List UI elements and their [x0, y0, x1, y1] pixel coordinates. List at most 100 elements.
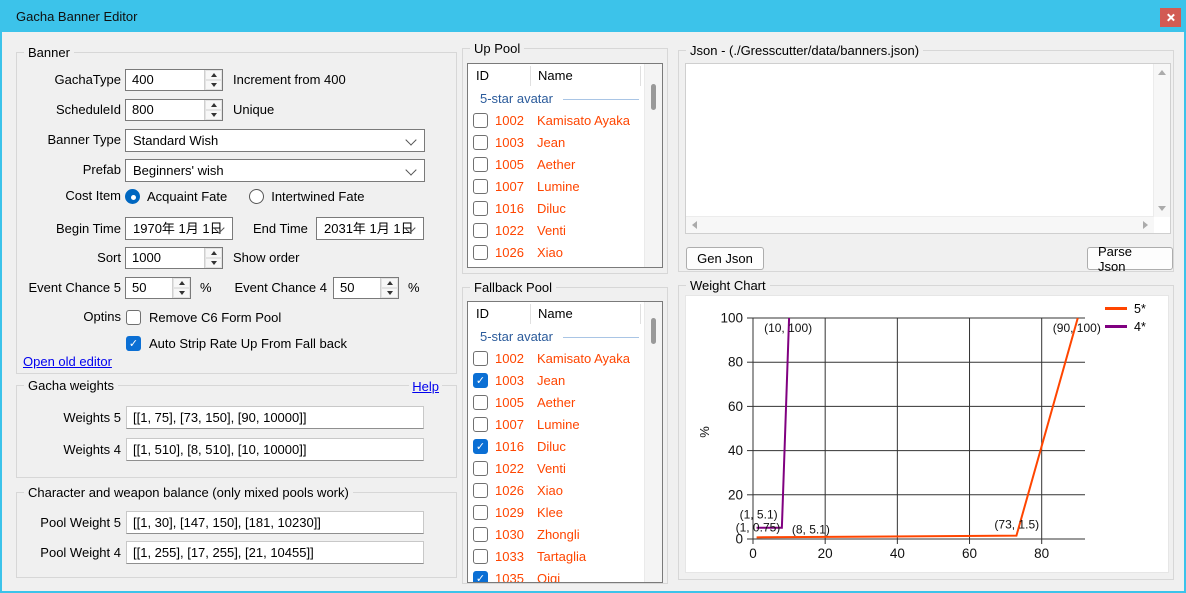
balance-group: Character and weapon balance (only mixed…	[16, 492, 457, 578]
pool-row[interactable]: 1029Klee	[468, 502, 645, 524]
spinner-up-button[interactable]	[173, 278, 190, 288]
pool-weight-4-input[interactable]: [[1, 255], [17, 255], [21, 10455]]	[126, 541, 424, 564]
prefab-select[interactable]: Beginners' wish	[125, 159, 425, 182]
row-checkbox[interactable]	[473, 395, 488, 410]
gen-json-button[interactable]: Gen Json	[686, 247, 764, 270]
up-pool-scrollbar[interactable]	[644, 64, 662, 267]
pool-row[interactable]: 1005Aether	[468, 154, 645, 176]
scrollbar-thumb[interactable]	[651, 318, 656, 344]
radio-icon[interactable]	[125, 189, 140, 204]
weights-5-input[interactable]: [[1, 75], [73, 150], [90, 10000]]	[126, 406, 424, 429]
json-horizontal-scrollbar[interactable]	[686, 216, 1154, 233]
spinner-up-button[interactable]	[205, 248, 222, 258]
pool-row[interactable]: 1002Kamisato Ayaka	[468, 110, 645, 132]
json-vertical-scrollbar[interactable]	[1153, 64, 1170, 217]
row-checkbox[interactable]	[473, 113, 488, 128]
pool-weight-5-input[interactable]: [[1, 30], [147, 150], [181, 10230]]	[126, 511, 424, 534]
row-checkbox[interactable]	[473, 201, 488, 216]
scheduleid-label: ScheduleId	[19, 99, 121, 121]
scroll-right-icon[interactable]	[1143, 221, 1148, 229]
pool-row[interactable]: ✓1003Jean	[468, 370, 645, 392]
checkbox-icon[interactable]	[126, 310, 141, 325]
scheduleid-spinner[interactable]: 800	[125, 99, 223, 121]
event-chance-4-spinner[interactable]: 50	[333, 277, 399, 299]
row-checkbox[interactable]	[473, 417, 488, 432]
pool-row[interactable]: 1026Xiao	[468, 480, 645, 502]
banner-type-select[interactable]: Standard Wish	[125, 129, 425, 152]
spinner-up-button[interactable]	[205, 70, 222, 80]
cost-item-radio-option[interactable]: Intertwined Fate	[249, 189, 364, 204]
open-old-editor-link[interactable]: Open old editor	[23, 354, 112, 369]
row-checkbox[interactable]	[473, 549, 488, 564]
json-textarea[interactable]	[685, 63, 1171, 234]
cost-item-radio-selected[interactable]: Acquaint Fate	[125, 189, 227, 204]
pool-row[interactable]: 1026Xiao	[468, 242, 645, 264]
spinner-up-button[interactable]	[381, 278, 398, 288]
pool-row[interactable]: ✓1016Diluc	[468, 436, 645, 458]
row-checkbox[interactable]	[473, 223, 488, 238]
scroll-left-icon[interactable]	[692, 221, 697, 229]
section-divider	[563, 337, 639, 338]
sort-spinner[interactable]: 1000	[125, 247, 223, 269]
row-checkbox[interactable]	[473, 179, 488, 194]
event-chance-4-value[interactable]: 50	[340, 278, 354, 298]
sort-spinner-buttons[interactable]	[204, 248, 222, 268]
event-chance-5-spinner[interactable]: 50	[125, 277, 191, 299]
begin-time-picker[interactable]: 1970年 1月 1日	[125, 217, 233, 240]
spinner-down-button[interactable]	[381, 288, 398, 298]
pool-row[interactable]: 1030Zhongli	[468, 524, 645, 546]
scrollbar-thumb[interactable]	[651, 84, 656, 110]
optin-row[interactable]: Remove C6 Form Pool	[126, 304, 347, 330]
event-chance-5-spinner-buttons[interactable]	[172, 278, 190, 298]
pool-row[interactable]: 1022Venti	[468, 220, 645, 242]
row-checkbox[interactable]	[473, 351, 488, 366]
row-checkbox[interactable]: ✓	[473, 439, 488, 454]
row-checkbox[interactable]	[473, 527, 488, 542]
scroll-down-icon[interactable]	[1158, 206, 1166, 211]
scroll-up-icon[interactable]	[1158, 70, 1166, 75]
optin-row[interactable]: ✓Auto Strip Rate Up From Fall back	[126, 330, 347, 356]
pool-row[interactable]: 1022Venti	[468, 458, 645, 480]
gachatype-spinner[interactable]: 400	[125, 69, 223, 91]
pool-row[interactable]: 1005Aether	[468, 392, 645, 414]
pool-row[interactable]: 1003Jean	[468, 132, 645, 154]
row-checkbox[interactable]	[473, 505, 488, 520]
weights-4-input[interactable]: [[1, 510], [8, 510], [10, 10000]]	[126, 438, 424, 461]
row-checkbox[interactable]	[473, 245, 488, 260]
row-checkbox[interactable]	[473, 157, 488, 172]
pool-row[interactable]: ✓1035Qiqi	[468, 568, 645, 582]
spinner-up-button[interactable]	[205, 100, 222, 110]
row-checkbox[interactable]: ✓	[473, 571, 488, 582]
radio-icon[interactable]	[249, 189, 264, 204]
fallback-pool-scrollbar[interactable]	[644, 302, 662, 582]
pool-row[interactable]: 1016Diluc	[468, 198, 645, 220]
row-checkbox[interactable]	[473, 135, 488, 150]
row-checkbox[interactable]	[473, 483, 488, 498]
parse-json-button[interactable]: Parse Json	[1087, 247, 1173, 270]
checkbox-icon[interactable]: ✓	[126, 336, 141, 351]
close-button[interactable]	[1160, 8, 1181, 27]
fallback-pool-header: ID Name	[468, 302, 645, 326]
pool-row[interactable]: 1002Kamisato Ayaka	[468, 348, 645, 370]
chart-annotation: (10, 100)	[764, 321, 812, 335]
pool-row[interactable]: 1007Lumine	[468, 176, 645, 198]
pool-row[interactable]: 1007Lumine	[468, 414, 645, 436]
end-time-picker[interactable]: 2031年 1月 1日	[316, 217, 424, 240]
sort-value[interactable]: 1000	[132, 248, 161, 268]
event-chance-5-value[interactable]: 50	[132, 278, 146, 298]
gachatype-value[interactable]: 400	[132, 70, 154, 90]
spinner-down-button[interactable]	[205, 80, 222, 90]
spinner-down-button[interactable]	[205, 258, 222, 268]
spinner-down-button[interactable]	[205, 110, 222, 120]
pool-row[interactable]: 1033Tartaglia	[468, 546, 645, 568]
scheduleid-spinner-buttons[interactable]	[204, 100, 222, 120]
row-checkbox[interactable]: ✓	[473, 373, 488, 388]
help-link[interactable]: Help	[409, 379, 442, 394]
gachatype-spinner-buttons[interactable]	[204, 70, 222, 90]
spinner-down-button[interactable]	[173, 288, 190, 298]
gachatype-label: GachaType	[19, 69, 121, 91]
event-chance-4-spinner-buttons[interactable]	[380, 278, 398, 298]
row-checkbox[interactable]	[473, 461, 488, 476]
scheduleid-value[interactable]: 800	[132, 100, 154, 120]
gachatype-hint: Increment from 400	[233, 69, 346, 91]
